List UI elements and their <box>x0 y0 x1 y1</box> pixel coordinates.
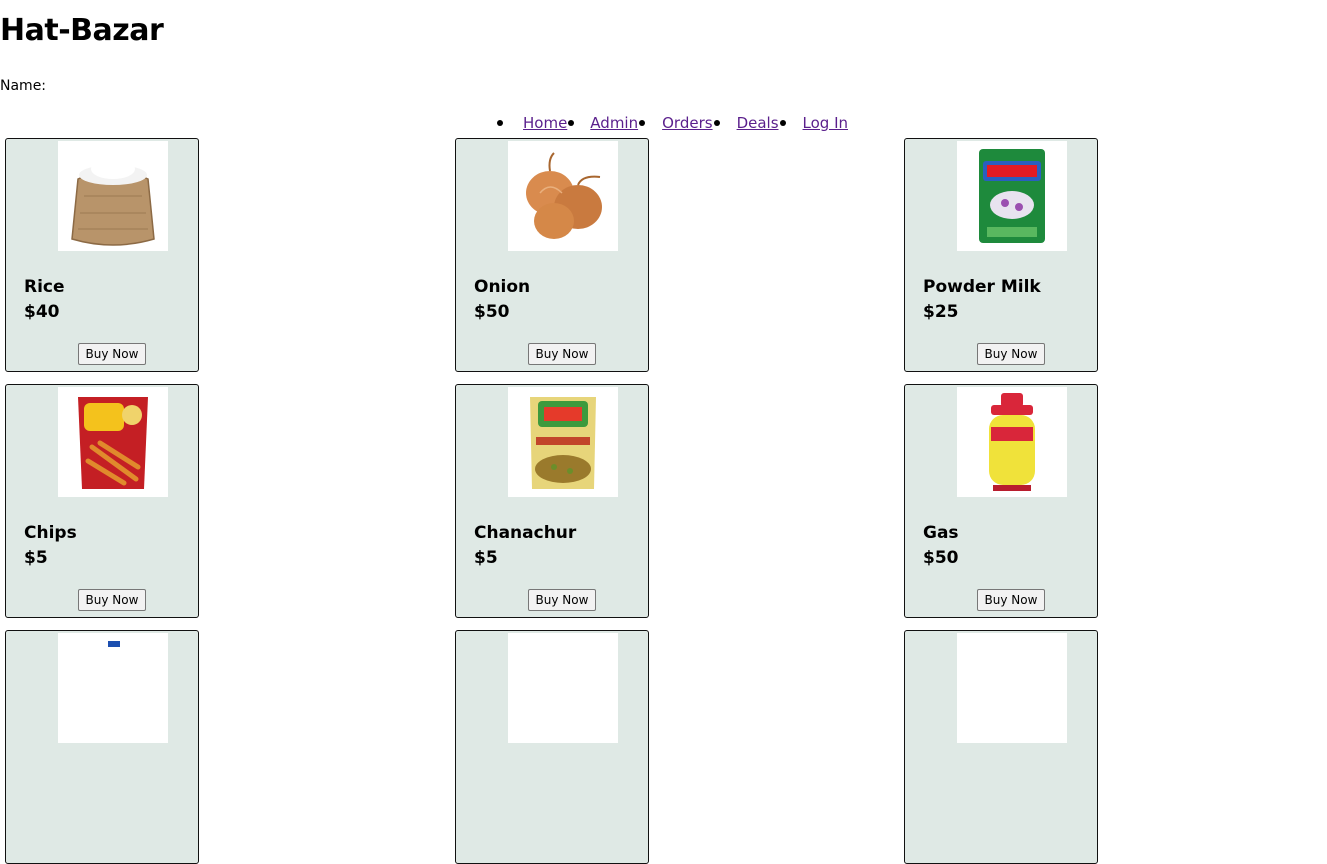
nav-bullet <box>497 120 503 126</box>
product-name: Powder Milk <box>923 277 1041 297</box>
buy-now-button[interactable]: Buy Now <box>78 589 146 611</box>
product-name: Chips <box>24 523 77 543</box>
nav-bullet <box>713 120 720 126</box>
product-image <box>508 633 618 743</box>
product-card-chips: Chips $5 Buy Now <box>5 384 199 618</box>
product-card-onion: Onion $50 Buy Now <box>455 138 649 372</box>
main-nav: Home Admin Orders Deals Log In <box>497 114 848 132</box>
product-price: $5 <box>474 548 498 568</box>
product-image <box>957 633 1067 743</box>
product-price: $5 <box>24 548 48 568</box>
product-card-partial <box>455 630 649 864</box>
nav-deals-link[interactable]: Deals <box>737 114 779 132</box>
product-price: $50 <box>923 548 959 568</box>
nav-orders-link[interactable]: Orders <box>662 114 712 132</box>
nav-home-link[interactable]: Home <box>523 114 567 132</box>
nav-login-link[interactable]: Log In <box>803 114 849 132</box>
powder-milk-pack-image <box>957 141 1067 251</box>
product-name: Gas <box>923 523 959 543</box>
chanachur-pack-image <box>508 387 618 497</box>
buy-now-button[interactable]: Buy Now <box>977 589 1045 611</box>
product-name: Onion <box>474 277 531 297</box>
buy-now-button[interactable]: Buy Now <box>528 343 596 365</box>
product-card-powder-milk: Powder Milk $25 Buy Now <box>904 138 1098 372</box>
chips-pack-image <box>58 387 168 497</box>
buy-now-button[interactable]: Buy Now <box>977 343 1045 365</box>
product-name: Rice <box>24 277 65 297</box>
product-card-rice: Rice $40 Buy Now <box>5 138 199 372</box>
rice-sack-image <box>58 141 168 251</box>
buy-now-button[interactable]: Buy Now <box>528 589 596 611</box>
product-card-partial <box>904 630 1098 864</box>
product-image <box>58 633 168 743</box>
site-title: Hat-Bazar <box>0 13 164 48</box>
gas-cylinder-image <box>957 387 1067 497</box>
buy-now-button[interactable]: Buy Now <box>78 343 146 365</box>
product-name: Chanachur <box>474 523 577 543</box>
product-card-gas: Gas $50 Buy Now <box>904 384 1098 618</box>
name-label: Name: <box>0 78 47 94</box>
product-card-partial <box>5 630 199 864</box>
onion-image <box>508 141 618 251</box>
product-price: $40 <box>24 302 60 322</box>
product-price: $50 <box>474 302 510 322</box>
nav-bullet <box>779 120 786 126</box>
product-price: $25 <box>923 302 959 322</box>
nav-bullet <box>639 120 646 126</box>
product-card-chanachur: Chanachur $5 Buy Now <box>455 384 649 618</box>
nav-admin-link[interactable]: Admin <box>590 114 638 132</box>
nav-bullet <box>568 120 575 126</box>
